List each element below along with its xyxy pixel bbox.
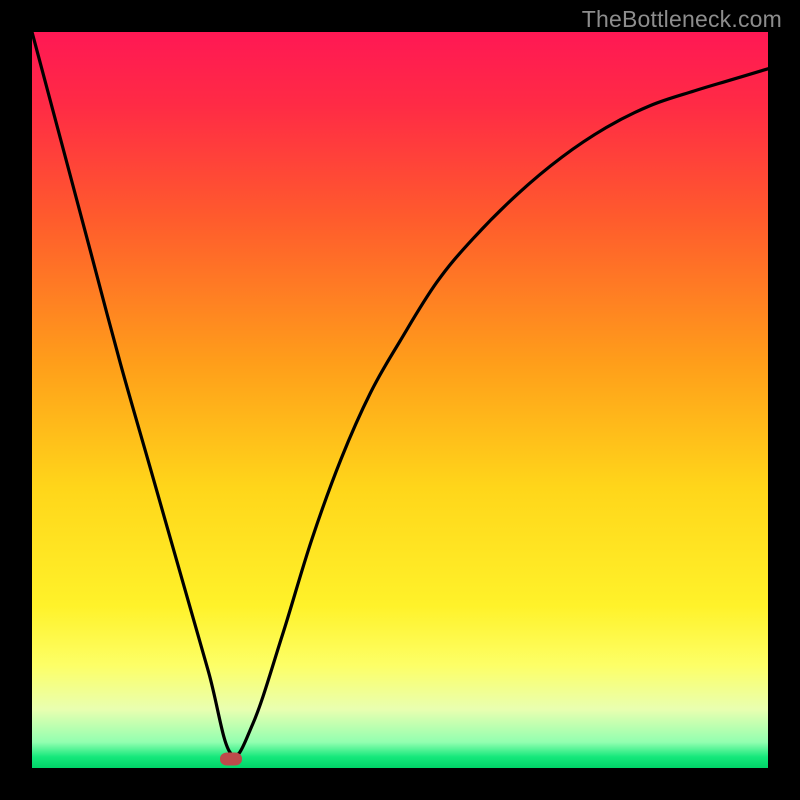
watermark-text: TheBottleneck.com (582, 6, 782, 33)
chart-frame: TheBottleneck.com (0, 0, 800, 800)
plot-area (32, 32, 768, 768)
bottleneck-curve (32, 32, 768, 768)
optimal-marker (220, 753, 242, 766)
